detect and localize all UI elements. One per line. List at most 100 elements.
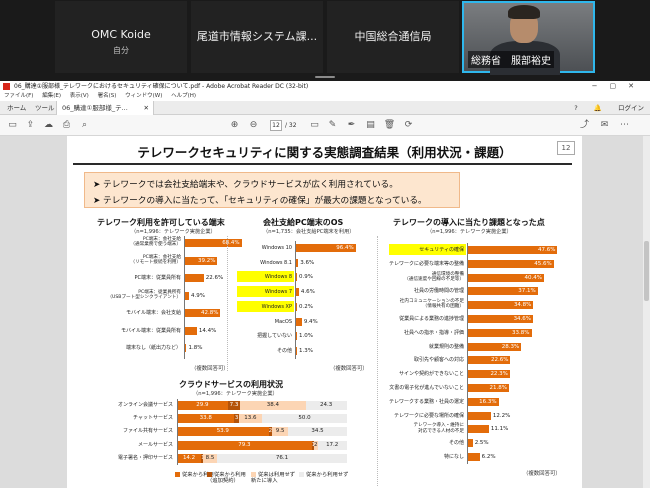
acrobat-icon bbox=[3, 83, 10, 90]
bar-value: 22.6% bbox=[205, 275, 224, 281]
category-label: 電子署名・押印サービス bbox=[117, 454, 173, 461]
mail-icon[interactable]: ✉ bbox=[598, 119, 611, 132]
category-label: PC端末：従業員所有 bbox=[134, 275, 181, 281]
share-icon[interactable]: ⤴ bbox=[578, 119, 591, 132]
scrollbar-thumb[interactable] bbox=[644, 241, 649, 301]
page-number-input[interactable]: 12 bbox=[270, 120, 282, 131]
category-label: Windows 10 bbox=[261, 245, 292, 251]
bookmark-icon[interactable]: ▭ bbox=[6, 119, 19, 132]
chart-divider bbox=[377, 236, 378, 486]
help-icon[interactable]: ? bbox=[574, 104, 577, 112]
participant-tile-self[interactable]: OMC Koide 自分 bbox=[55, 1, 187, 73]
bar bbox=[296, 332, 297, 341]
print-icon[interactable]: ⎙ bbox=[60, 119, 73, 132]
category-label: Windows XP bbox=[261, 303, 292, 310]
bar-value: 68.4% bbox=[222, 240, 240, 246]
tab-bar-actions: ? 🔔 ログイン bbox=[560, 101, 644, 115]
page-down-icon[interactable]: ⊖ bbox=[247, 119, 260, 132]
search-icon[interactable]: ⌕ bbox=[78, 119, 91, 132]
bar-value: 34.6% bbox=[513, 316, 532, 322]
participant-tile[interactable]: 中国総合通信局 bbox=[327, 1, 459, 73]
stacked-segment: 34.5 bbox=[288, 427, 347, 437]
legend-swatch bbox=[251, 472, 256, 477]
chart-note: （n=1,996：テレワーク実施企業） bbox=[193, 391, 278, 397]
category-label: セキュリティの確保 bbox=[419, 247, 464, 253]
redact-icon[interactable]: ▤ bbox=[364, 119, 377, 132]
bar-value: 6.2% bbox=[481, 454, 496, 460]
bar-value: 1.0% bbox=[299, 333, 313, 340]
stacked-segment: 13.6 bbox=[238, 414, 262, 424]
chart-footnote: （複数回答可） bbox=[191, 366, 229, 372]
menu-sign[interactable]: 署名(S) bbox=[98, 93, 117, 99]
participant-tile-active-speaker[interactable]: 総務省 服部裕史 bbox=[462, 1, 595, 75]
window-controls[interactable]: −▢✕ bbox=[592, 81, 646, 92]
chart-note: （n=1,996：テレワーク実施企業） bbox=[427, 229, 512, 235]
highlight-pen-icon[interactable]: ✎ bbox=[326, 119, 339, 132]
rotate-icon[interactable]: ⟳ bbox=[402, 119, 415, 132]
bar bbox=[468, 425, 489, 434]
bar-value: 45.6% bbox=[534, 260, 552, 267]
menu-file[interactable]: ファイル(F) bbox=[4, 93, 33, 99]
stacked-segment: 9.5 bbox=[272, 427, 289, 437]
toolbar: ▭ ⇪ ☁ ⎙ ⌕ ⊕ ⊖ 12 / 32 ▭ ✎ ✒ ▤ 🗑 ⟳ ⤴ ✉ ⋯ bbox=[0, 115, 650, 136]
category-label: PC端末：会社支給 （通常業務で使う端末） bbox=[130, 237, 181, 248]
menu-help[interactable]: ヘルプ(H) bbox=[171, 93, 196, 99]
stacked-segment: 17.2 bbox=[317, 440, 347, 450]
participant-tile[interactable]: 尾道市情報システム課... bbox=[191, 1, 323, 73]
category-label: テレワーク導入・維持に 対応できる人材の不足 bbox=[413, 423, 464, 434]
category-label: PC端末：従業員所有 （USBブート型シンクライアント） bbox=[107, 289, 181, 300]
tab-home[interactable]: ホーム bbox=[2, 101, 31, 115]
bar bbox=[296, 273, 297, 282]
menu-view[interactable]: 表示(V) bbox=[70, 93, 89, 99]
bar-value: 2.5% bbox=[474, 440, 489, 447]
bar-value: 28.3% bbox=[501, 343, 520, 350]
bar-value: 14.4% bbox=[198, 327, 217, 334]
bar-value: 11.1% bbox=[490, 426, 509, 433]
vertical-scrollbar[interactable] bbox=[643, 136, 650, 488]
bar-value: 42.8% bbox=[200, 310, 219, 316]
stacked-segment: 79.3 bbox=[177, 440, 312, 450]
save-icon[interactable]: ⇪ bbox=[24, 119, 37, 132]
category-label: モバイル端末：会社支給 bbox=[125, 310, 181, 316]
bar-value: 34.8% bbox=[513, 302, 532, 309]
menu-bar: ファイル(F) 編集(E) 表示(V) 署名(S) ウィンドウ(W) ヘルプ(H… bbox=[0, 92, 650, 101]
bar-value: 1.8% bbox=[188, 345, 203, 351]
sign-icon[interactable]: ✒ bbox=[345, 119, 358, 132]
title-underline bbox=[73, 163, 572, 165]
pdf-page: テレワークセキュリティに関する実態調査結果（利用状況・課題） 12 ➤ テレワー… bbox=[67, 136, 582, 488]
category-label: 社員への指示・指導・評価 bbox=[403, 329, 464, 336]
legend-swatch bbox=[175, 472, 180, 477]
page-number: 12 bbox=[557, 141, 575, 155]
chart-divider bbox=[227, 236, 228, 371]
bell-icon[interactable]: 🔔 bbox=[594, 104, 602, 112]
signin-link[interactable]: ログイン bbox=[618, 104, 644, 112]
category-label: 把握していない bbox=[257, 333, 292, 340]
legend-swatch bbox=[299, 472, 304, 477]
close-tab-icon[interactable]: ✕ bbox=[144, 101, 149, 115]
chart-title: テレワークの導入に当たり課題となった点 bbox=[393, 218, 545, 227]
bar-value: 9.4% bbox=[303, 318, 318, 325]
category-label: Windows 8.1 bbox=[260, 259, 292, 266]
bar-value: 4.9% bbox=[191, 292, 206, 299]
legend-item: 従来から利用せず bbox=[299, 472, 348, 478]
page-up-icon[interactable]: ⊕ bbox=[228, 119, 241, 132]
stacked-segment: 29.9 bbox=[177, 401, 228, 410]
menu-window[interactable]: ウィンドウ(W) bbox=[125, 93, 162, 99]
bar-value: 12.2% bbox=[492, 412, 511, 419]
comment-icon[interactable]: ▭ bbox=[308, 119, 321, 132]
stacked-segment: 24.3 bbox=[305, 401, 347, 410]
menu-edit[interactable]: 編集(E) bbox=[42, 93, 61, 99]
stacked-segment: 8.5 bbox=[202, 453, 218, 463]
category-label: メールサービス bbox=[137, 441, 173, 448]
delete-icon[interactable]: 🗑 bbox=[383, 119, 396, 132]
stacked-segment: 33.8 bbox=[177, 414, 235, 424]
tab-document[interactable]: 06_購達①服部様_テ... ✕ bbox=[56, 101, 154, 115]
participant-name: 総務省 服部裕史 bbox=[468, 51, 554, 68]
strip-drag-handle[interactable] bbox=[315, 76, 335, 78]
more-icon[interactable]: ⋯ bbox=[618, 119, 631, 132]
slide-title: テレワークセキュリティに関する実態調査結果（利用状況・課題） bbox=[137, 145, 512, 160]
upload-icon[interactable]: ☁ bbox=[42, 119, 55, 132]
summary-point: ➤ テレワークでは会社支給端末や、クラウドサービスが広く利用されている。 bbox=[93, 180, 398, 190]
window-titlebar[interactable]: 06_購達①服部様_テレワークにおけるセキュリティ確保について.pdf - Ad… bbox=[0, 81, 650, 92]
stacked-segment: 76.1 bbox=[217, 453, 347, 463]
